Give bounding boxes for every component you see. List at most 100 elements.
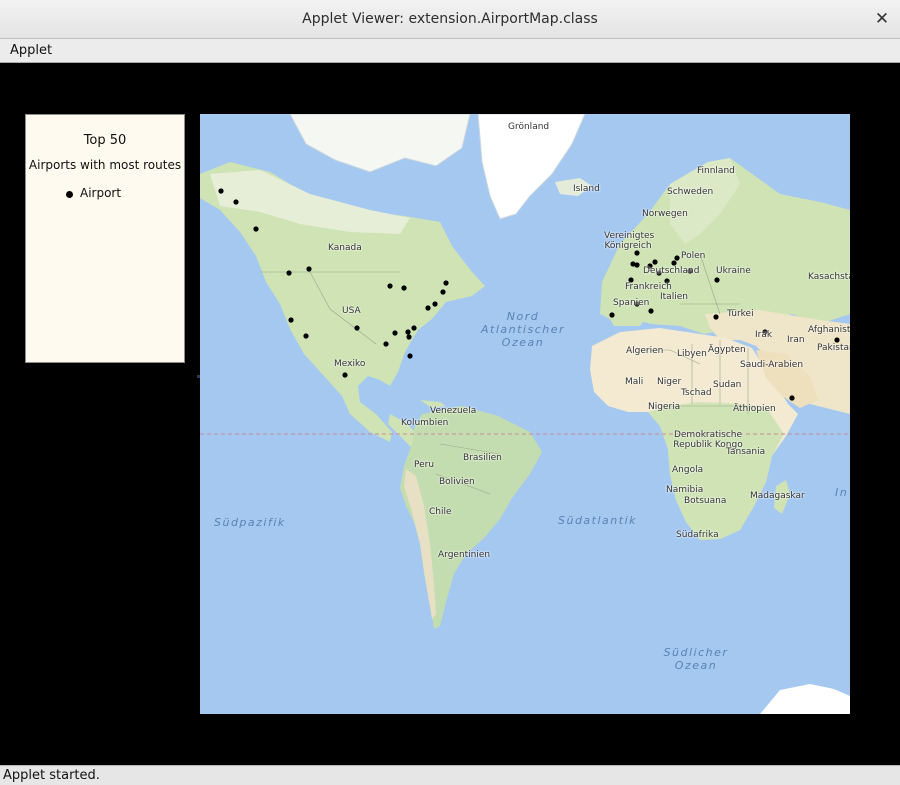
airport-marker: [671, 260, 677, 266]
airport-marker: [609, 312, 615, 318]
label-tschad: Tschad: [681, 388, 712, 398]
label-namibia: Namibia: [666, 485, 704, 495]
airport-marker: [218, 188, 224, 194]
label-mali: Mali: [625, 377, 644, 387]
airport-marker: [286, 270, 292, 276]
label-usa: USA: [342, 306, 361, 316]
status-text: Applet started.: [3, 768, 100, 783]
label-botsuana: Botsuana: [684, 496, 727, 506]
label-nigeria: Nigeria: [648, 402, 681, 412]
label-niger: Niger: [657, 377, 682, 387]
airport-marker: [443, 280, 449, 286]
legend-subtitle: Airports with most routes: [28, 158, 182, 172]
legend-panel: Top 50 Airports with most routes Airport: [25, 114, 185, 363]
airport-marker: [406, 334, 412, 340]
label-spanien: Spanien: [613, 298, 650, 308]
airport-marker: [432, 301, 438, 307]
label-kanada: Kanada: [328, 243, 362, 253]
close-icon[interactable]: ✕: [872, 9, 892, 29]
label-finnland: Finnland: [697, 166, 735, 176]
airport-marker: [407, 353, 413, 359]
airport-marker: [648, 308, 654, 314]
label-italien: Italien: [660, 292, 688, 302]
label-sudatlantik: Südatlantik: [558, 514, 637, 527]
airport-marker: [634, 262, 640, 268]
label-deutschland: Deutschland: [643, 266, 700, 276]
label-in: In: [835, 486, 849, 499]
legend-item-label: Airport: [80, 186, 122, 200]
label-polen: Polen: [681, 251, 706, 261]
airport-marker: [392, 330, 398, 336]
label-island: Island: [573, 184, 600, 194]
applet-area: Grönland Island Finnland Schweden Norweg…: [0, 63, 900, 765]
world-map[interactable]: Grönland Island Finnland Schweden Norweg…: [200, 114, 850, 714]
airport-marker: [253, 226, 259, 232]
label-kasachstan: Kasachsta: [808, 272, 850, 282]
label-irak: Irak: [755, 330, 773, 340]
airport-marker: [354, 325, 360, 331]
label-saudi: Saudi-Arabien: [740, 360, 804, 370]
label-argentinien: Argentinien: [438, 550, 491, 560]
airport-marker: [425, 305, 431, 311]
label-brasilien: Brasilien: [463, 453, 502, 463]
label-mexiko: Mexiko: [334, 359, 366, 369]
window-title: Applet Viewer: extension.AirportMap.clas…: [302, 11, 598, 27]
airport-marker: [834, 337, 840, 343]
window-titlebar[interactable]: Applet Viewer: extension.AirportMap.clas…: [0, 0, 900, 39]
airport-marker: [634, 250, 640, 256]
label-afghanistan: Afghanista: [808, 325, 850, 335]
label-schweden: Schweden: [667, 187, 714, 197]
label-agypten: Ägypten: [708, 345, 746, 355]
label-peru: Peru: [414, 460, 435, 470]
airport-marker: [401, 285, 407, 291]
map-tiles: [200, 114, 850, 714]
airport-marker: [405, 329, 411, 335]
label-ukraine: Ukraine: [716, 266, 751, 276]
label-chile: Chile: [429, 507, 452, 517]
menu-applet[interactable]: Applet: [4, 39, 58, 62]
label-norwegen: Norwegen: [642, 209, 688, 219]
label-iran: Iran: [787, 335, 805, 345]
label-turkei: Türkei: [727, 309, 754, 319]
antarctica-shape: [760, 684, 850, 714]
airport-marker: [303, 333, 309, 339]
airport-marker: [387, 283, 393, 289]
airport-dot-icon: [66, 191, 73, 198]
label-sudlicher-ozean: Südlicher Ozean: [663, 646, 729, 672]
label-gronland: Grönland: [508, 122, 550, 132]
label-sudafrika: Südafrika: [676, 530, 719, 540]
airport-marker: [233, 199, 239, 205]
arctic-islands-shape: [289, 114, 471, 173]
label-kolumbien: Kolumbien: [401, 418, 449, 428]
status-bar: Applet started.: [0, 765, 900, 785]
airport-marker: [411, 325, 417, 331]
label-tansania: Tansania: [726, 447, 766, 457]
airport-marker: [652, 259, 658, 265]
label-sudpazifik: Südpazifik: [214, 516, 286, 529]
airport-marker: [714, 277, 720, 283]
africa-green-shape: [648, 402, 784, 540]
airport-marker: [342, 372, 348, 378]
airport-marker: [789, 395, 795, 401]
airport-marker: [383, 341, 389, 347]
airport-marker: [306, 266, 312, 272]
legend-title: Top 50: [83, 133, 127, 148]
label-bolivien: Bolivien: [439, 477, 475, 487]
label-pakistan: Pakistan: [817, 343, 850, 353]
label-madagaskar: Madagaskar: [750, 491, 805, 501]
menu-bar: Applet: [0, 39, 900, 63]
label-sudan: Sudan: [713, 380, 742, 390]
label-libyen: Libyen: [677, 349, 707, 359]
label-frankreich: Frankreich: [625, 282, 672, 292]
label-nord-atlantik: Nord Atlantischer Ozean: [480, 310, 566, 349]
airport-marker: [674, 255, 680, 261]
label-vk: Vereinigtes Königreich: [604, 231, 655, 251]
airport-marker: [288, 317, 294, 323]
label-angola: Angola: [672, 465, 704, 475]
label-algerien: Algerien: [626, 346, 664, 356]
label-venezuela: Venezuela: [430, 406, 477, 416]
airport-marker: [713, 314, 719, 320]
airport-marker: [440, 289, 446, 295]
label-athiopien: Äthiopien: [733, 404, 776, 414]
tile-edge-mark: [197, 375, 200, 378]
